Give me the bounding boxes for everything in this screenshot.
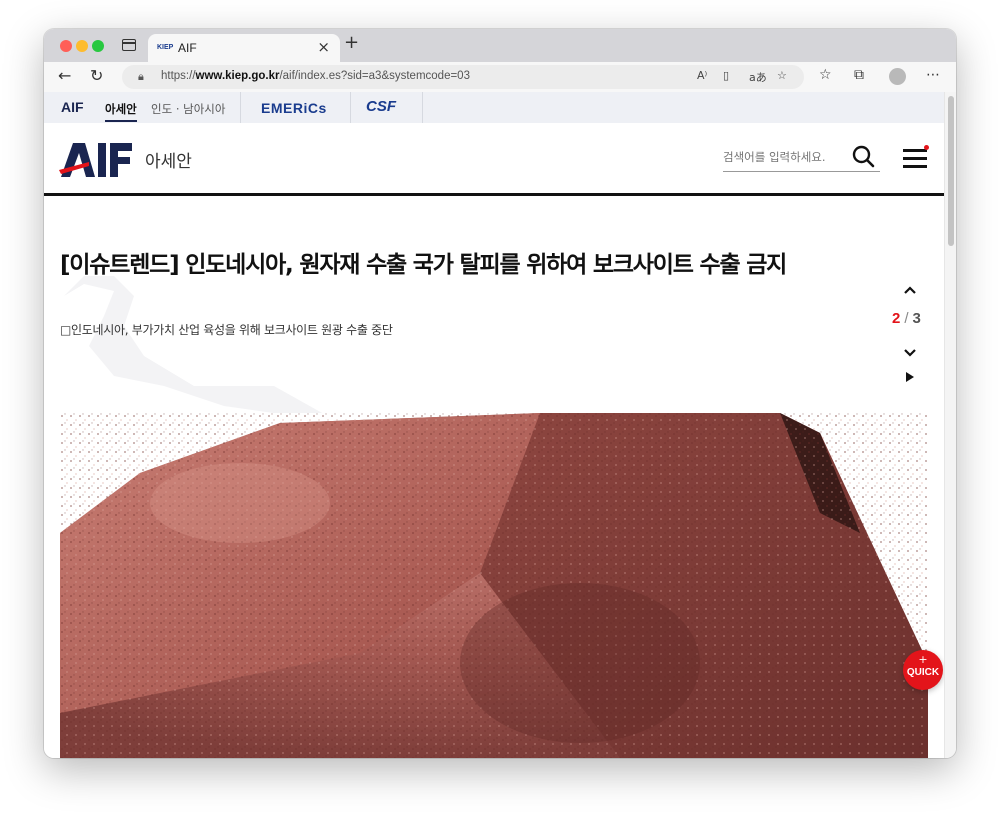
india-south-asia-link[interactable]: 인도 · 남아시아 [151, 101, 225, 117]
main-content: [이슈트렌드] 인도네시아, 원자재 수출 국가 탈피를 위하여 보크사이트 수… [44, 196, 944, 758]
maximize-window-button[interactable] [92, 40, 104, 52]
logo-subtitle: 아세안 [145, 152, 192, 172]
profile-icon[interactable] [889, 68, 906, 85]
csf-segment: CSF [350, 92, 423, 123]
tab-overview-icon[interactable] [122, 39, 136, 51]
csf-link[interactable]: CSF [366, 98, 396, 115]
quick-label: QUICK [906, 667, 940, 678]
translate-icon[interactable]: aあ [749, 69, 767, 85]
play-icon[interactable] [905, 368, 915, 387]
immersive-reader-icon[interactable]: ▯ [723, 69, 729, 82]
back-icon[interactable]: ← [58, 66, 71, 85]
slide-counter: 2/3 [892, 310, 921, 327]
quick-menu-button[interactable]: + QUICK [903, 650, 943, 690]
slide-current: 2 [892, 310, 901, 327]
minimize-window-button[interactable] [76, 40, 88, 52]
browser-tab[interactable]: KIEP AIF × [148, 34, 340, 62]
site-family-nav: AIF 아세안 인도 · 남아시아 EMERiCs CSF [44, 92, 944, 124]
tab-close-icon[interactable]: × [317, 38, 330, 56]
article-title: [이슈트렌드] 인도네시아, 원자재 수출 국가 탈피를 위하여 보크사이트 수… [60, 252, 787, 278]
new-tab-button[interactable]: + [344, 32, 359, 53]
tab-bar: KIEP AIF × + [44, 29, 956, 62]
favorites-icon[interactable]: ☆ [819, 67, 832, 83]
refresh-icon[interactable]: ↻ [90, 66, 103, 85]
favorite-add-icon[interactable]: ☆ [777, 69, 787, 82]
address-toolbar: ← ↻ 🔒︎ https://www.kiep.go.kr/aif/index.… [44, 62, 956, 93]
search-icon[interactable] [851, 144, 877, 170]
bauxite-rock-image [60, 413, 928, 758]
quick-plus-icon: + [918, 653, 928, 666]
asean-link[interactable]: 아세안 [105, 101, 137, 122]
article-hero-image [60, 413, 928, 758]
emerics-link[interactable]: EMERiCs [261, 100, 327, 116]
hamburger-menu-icon[interactable] [903, 145, 929, 169]
chevron-down-icon[interactable] [903, 343, 917, 362]
aif-logo[interactable] [59, 140, 134, 180]
close-window-button[interactable] [60, 40, 72, 52]
tab-favicon-icon: KIEP [157, 44, 174, 51]
lock-icon[interactable]: 🔒︎ [138, 70, 144, 84]
more-icon[interactable]: ⋯ [926, 67, 940, 83]
collections-icon[interactable]: ⧉ [854, 67, 864, 83]
browser-window: KIEP AIF × + ← ↻ 🔒︎ https://www.kiep.go.… [44, 29, 956, 758]
article-subtitle: □인도네시아, 부가가치 산업 육성을 위해 보크사이트 원광 수출 중단 [60, 323, 393, 337]
aif-segment: AIF 아세안 인도 · 남아시아 [44, 92, 241, 123]
slide-total: 3 [912, 310, 921, 327]
aif-home-link[interactable]: AIF [61, 99, 84, 115]
read-aloud-icon[interactable]: A⁾ [697, 69, 707, 82]
address-bar[interactable]: 🔒︎ https://www.kiep.go.kr/aif/index.es?s… [122, 65, 804, 89]
url-text[interactable]: https://www.kiep.go.kr/aif/index.es?sid=… [161, 70, 470, 82]
page-scrollbar[interactable] [944, 92, 956, 758]
slide-separator: / [904, 310, 909, 327]
notification-dot [924, 145, 929, 150]
site-header: 아세안 [44, 123, 944, 196]
emerics-segment: EMERiCs [240, 92, 351, 123]
scrollbar-thumb[interactable] [948, 96, 954, 246]
aif-logo-mark-icon [59, 143, 132, 177]
chevron-up-icon[interactable] [903, 280, 917, 299]
tab-title: AIF [178, 41, 197, 55]
